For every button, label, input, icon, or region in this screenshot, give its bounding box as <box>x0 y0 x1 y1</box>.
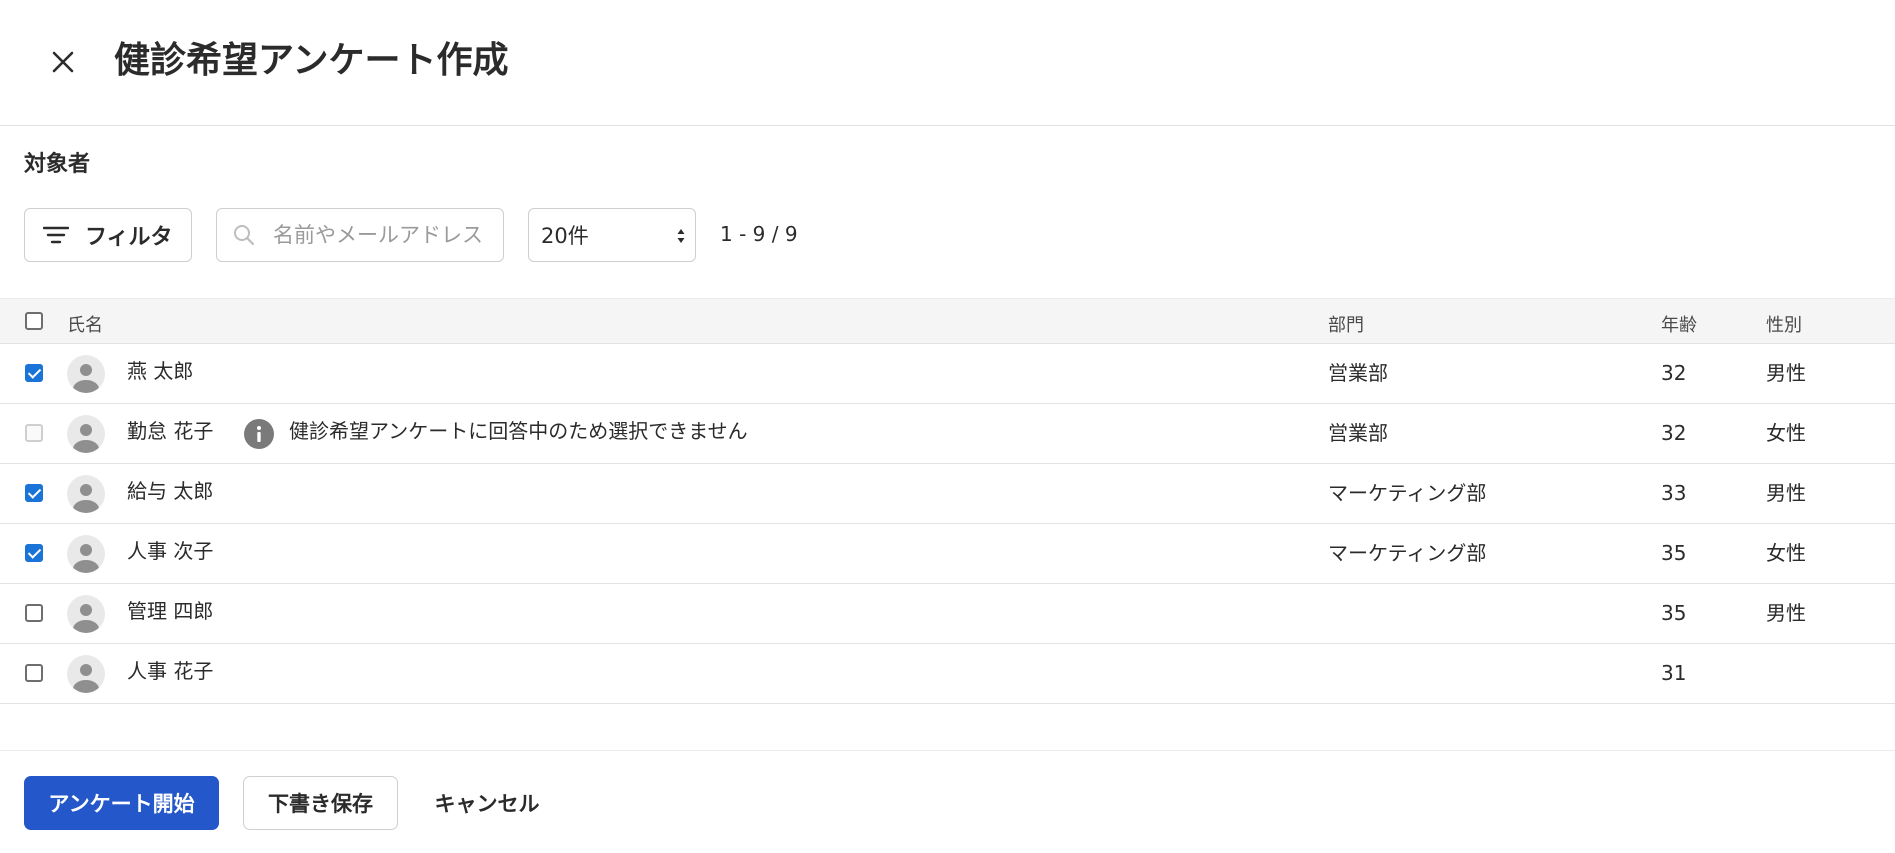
cell-gender: 女性 <box>1766 541 1806 565</box>
row-checkbox[interactable] <box>25 664 43 682</box>
row-checkbox[interactable] <box>25 604 43 622</box>
cell-gender: 男性 <box>1766 361 1806 385</box>
header: 健診希望アンケート作成 <box>0 0 1895 126</box>
page-title: 健診希望アンケート作成 <box>114 40 509 81</box>
search-input[interactable] <box>273 223 493 247</box>
cell-age: 35 <box>1661 541 1687 565</box>
cell-age: 32 <box>1661 361 1687 385</box>
header-name: 氏名 <box>67 315 103 336</box>
cell-gender: 男性 <box>1766 601 1806 625</box>
table-row[interactable]: 管理 四郎 35 男性 <box>0 584 1895 644</box>
filter-icon <box>43 224 71 246</box>
header-gender: 性別 <box>1766 315 1802 336</box>
table-row[interactable]: 給与 太郎 マーケティング部 33 男性 <box>0 464 1895 524</box>
avatar-icon <box>67 655 105 693</box>
avatar-icon <box>67 595 105 633</box>
cell-dept: 営業部 <box>1328 421 1388 445</box>
save-draft-button[interactable]: 下書き保存 <box>243 776 398 830</box>
disabled-reason-text: 健診希望アンケートに回答中のため選択できません <box>289 419 748 443</box>
cell-dept: マーケティング部 <box>1328 541 1487 565</box>
close-button[interactable] <box>40 42 86 82</box>
select-all-checkbox[interactable] <box>25 312 43 330</box>
toolbar: フィルタ 20件 1 - 9 / 9 <box>24 208 1024 262</box>
cell-gender: 男性 <box>1766 481 1806 505</box>
pagination-count: 1 - 9 / 9 <box>720 222 798 246</box>
per-page-select[interactable]: 20件 <box>528 208 696 262</box>
avatar-icon <box>67 475 105 513</box>
header-age: 年齢 <box>1661 315 1697 336</box>
search-icon <box>233 223 257 247</box>
table-row[interactable]: 燕 太郎 営業部 32 男性 <box>0 344 1895 404</box>
select-arrows-icon <box>677 229 685 243</box>
cell-dept: マーケティング部 <box>1328 481 1487 505</box>
table-header: 氏名 部門 年齢 性別 <box>0 298 1895 344</box>
cell-name: 人事 花子 <box>127 659 214 683</box>
row-checkbox[interactable] <box>25 484 43 502</box>
table-row[interactable]: 人事 次子 マーケティング部 35 女性 <box>0 524 1895 584</box>
filter-button-label: フィルタ <box>85 225 173 250</box>
avatar-icon <box>67 355 105 393</box>
cell-name: 管理 四郎 <box>127 599 214 623</box>
cell-name: 燕 太郎 <box>127 359 194 383</box>
cell-name: 給与 太郎 <box>127 479 214 503</box>
cell-name: 勤怠 花子 <box>127 419 214 443</box>
cell-age: 32 <box>1661 421 1687 445</box>
avatar-icon <box>67 415 105 453</box>
cell-name: 人事 次子 <box>127 539 214 563</box>
filter-button[interactable]: フィルタ <box>24 208 192 262</box>
cell-age: 35 <box>1661 601 1687 625</box>
close-icon <box>52 51 74 73</box>
cancel-button[interactable]: キャンセル <box>422 776 552 830</box>
cell-gender: 女性 <box>1766 421 1806 445</box>
member-table: 氏名 部門 年齢 性別 燕 太郎 営業部 32 男性 勤怠 花子 健診希望アンケートに回答… <box>0 298 1895 704</box>
info-icon <box>244 419 274 449</box>
section-title: 対象者 <box>24 152 91 177</box>
cell-age: 33 <box>1661 481 1687 505</box>
row-checkbox <box>25 424 43 442</box>
row-checkbox[interactable] <box>25 544 43 562</box>
table-row[interactable]: 勤怠 花子 健診希望アンケートに回答中のため選択できません 営業部 32 女性 <box>0 404 1895 464</box>
start-survey-button[interactable]: アンケート開始 <box>24 776 219 830</box>
search-box[interactable] <box>216 208 504 262</box>
table-row[interactable]: 人事 花子 31 <box>0 644 1895 704</box>
cell-age: 31 <box>1661 661 1687 685</box>
header-dept: 部門 <box>1328 315 1364 336</box>
row-checkbox[interactable] <box>25 364 43 382</box>
cell-dept: 営業部 <box>1328 361 1388 385</box>
avatar-icon <box>67 535 105 573</box>
per-page-value: 20件 <box>541 224 589 248</box>
footer: アンケート開始 下書き保存 キャンセル <box>0 750 1895 853</box>
